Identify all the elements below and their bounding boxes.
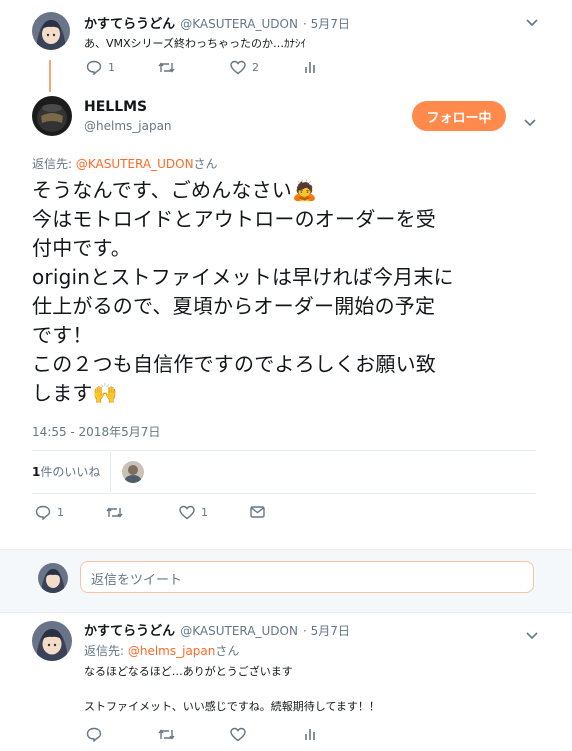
chevron-down-icon[interactable] [526, 625, 538, 644]
author-name[interactable]: かすてらうどん [84, 17, 175, 32]
analytics-action[interactable] [304, 727, 316, 741]
author-handle[interactable]: @helms_japan [84, 119, 172, 133]
retweet-action[interactable] [158, 728, 175, 741]
reply-to-handle[interactable]: @KASUTERA_UDON [76, 157, 194, 171]
tweet-text: そうなんです、ごめんなさい🙇 今はモトロイドとアウトローのオーダーを受 付中です… [32, 176, 552, 408]
tweet-line: します🙌 [32, 381, 118, 405]
tweet-date[interactable]: · 5月7日 [303, 17, 350, 31]
tweet-text: なるほどなるほど…ありがとうございます [84, 665, 293, 678]
author-name[interactable]: HELLMS [84, 99, 147, 115]
tweet-line: です！ [32, 323, 93, 347]
retweet-icon [158, 728, 175, 741]
reply-to-prefix: 返信先: [84, 644, 128, 658]
tweet-line: 仕上がるので、夏頃からオーダー開始の予定 [32, 294, 436, 318]
author-handle[interactable]: @KASUTERA_UDON [180, 17, 298, 31]
direct-message-action[interactable] [250, 506, 265, 518]
divider [110, 452, 111, 492]
likes-summary[interactable]: 1件のいいね [32, 463, 100, 480]
retweet-icon [106, 506, 123, 519]
retweet-action[interactable] [106, 506, 123, 519]
author-name[interactable]: かすてらうどん [84, 624, 175, 639]
author-handle[interactable]: @KASUTERA_UDON [180, 624, 298, 638]
tweet-timestamp[interactable]: 14:55 - 2018年5月7日 [32, 423, 160, 440]
reply-action[interactable]: 1 [35, 505, 64, 520]
reply-to-handle[interactable]: @helms_japan [128, 644, 216, 658]
thread-connector-line [49, 60, 51, 92]
liker-avatar[interactable] [122, 461, 144, 483]
divider [32, 493, 536, 494]
analytics-icon [304, 727, 316, 741]
reply-to-suffix: さん [215, 644, 240, 658]
retweet-action[interactable] [158, 61, 175, 74]
tweet-date[interactable]: · 5月7日 [303, 624, 350, 638]
divider [32, 450, 536, 451]
heart-icon [179, 505, 195, 520]
tweet-line: この２つも自信作ですのでよろしくお願い致 [32, 352, 436, 376]
chevron-down-icon[interactable] [524, 112, 536, 131]
tweet-text: あ、VMXシリーズ終わっちゃったのか…ｶﾅｼｲ [84, 37, 306, 50]
heart-icon [230, 60, 246, 75]
retweet-icon [158, 61, 175, 74]
follow-button[interactable]: フォロー中 [412, 101, 506, 131]
reply-action[interactable]: 1 [86, 60, 115, 75]
avatar[interactable] [32, 621, 72, 661]
tweet-line: そうなんです、ごめんなさい🙇 [32, 178, 318, 202]
analytics-icon [304, 60, 316, 74]
reply-input-placeholder: 返信をツイート [91, 573, 183, 588]
avatar[interactable] [32, 12, 70, 50]
avatar[interactable] [32, 96, 72, 136]
reply-to-suffix: さん [193, 157, 218, 171]
follow-button-label: フォロー中 [426, 110, 492, 126]
tweet-text: ストファイメット、いい感じですね。続報期待してます！！ [84, 700, 380, 713]
reply-to: 返信先: @helms_japanさん [84, 642, 239, 659]
reply-input[interactable]: 返信をツイート [80, 561, 534, 593]
reply-action[interactable] [86, 727, 102, 742]
chevron-down-icon[interactable] [526, 17, 538, 30]
like-count: 2 [252, 61, 259, 74]
tweet-line: 付中です。 [32, 236, 131, 260]
reply-to: 返信先: @KASUTERA_UDONさん [32, 155, 218, 172]
tweet-line: originとストファイメットは早ければ今月末に [32, 265, 454, 289]
like-action[interactable]: 1 [179, 505, 208, 520]
likes-label: 件のいいね [40, 465, 101, 479]
like-count: 1 [201, 506, 208, 519]
tweet-line: 今はモトロイドとアウトローのオーダーを受 [32, 207, 436, 231]
analytics-action[interactable] [304, 60, 316, 74]
avatar [38, 563, 68, 593]
reply-count: 1 [108, 61, 115, 74]
reply-to-prefix: 返信先: [32, 157, 76, 171]
reply-count: 1 [57, 506, 64, 519]
reply-icon [86, 727, 102, 742]
envelope-icon [250, 506, 265, 518]
reply-icon [35, 505, 51, 520]
like-action[interactable] [230, 727, 246, 742]
like-action[interactable]: 2 [230, 60, 259, 75]
reply-icon [86, 60, 102, 75]
heart-icon [230, 727, 246, 742]
